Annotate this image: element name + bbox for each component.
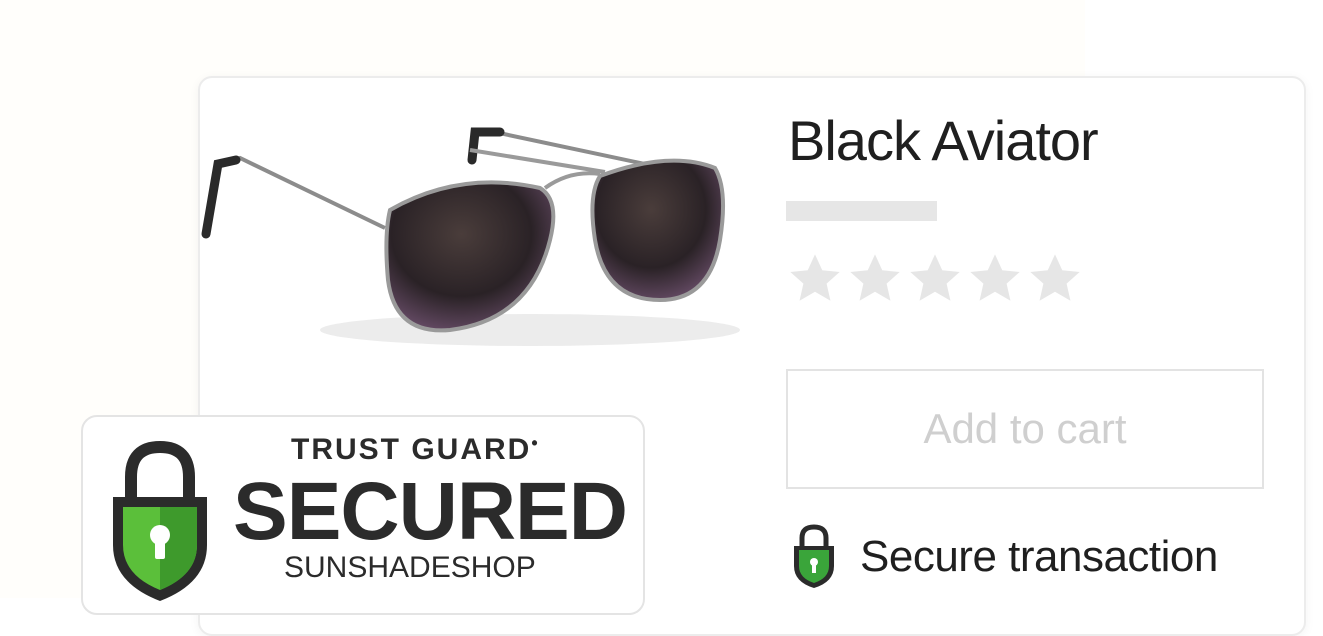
price-placeholder (786, 201, 937, 221)
star-icon[interactable] (1026, 250, 1084, 308)
star-icon[interactable] (966, 250, 1024, 308)
badge-shop-name: SUNSHADESHOP (284, 551, 536, 584)
star-icon[interactable] (906, 250, 964, 308)
star-icon[interactable] (786, 250, 844, 308)
secure-transaction-label: Secure transaction (860, 532, 1218, 581)
add-to-cart-button[interactable]: Add to cart (786, 369, 1264, 489)
shield-lock-icon (794, 524, 834, 588)
rating-stars[interactable] (786, 250, 1084, 316)
secure-transaction: Secure transaction (790, 522, 1218, 592)
product-title: Black Aviator (788, 109, 1099, 172)
star-icon[interactable] (846, 250, 904, 308)
sunglasses-icon (201, 127, 740, 346)
padlock-shield-icon (113, 440, 207, 601)
trust-guard-badge[interactable]: TRUST GUARD• SECURED SUNSHADESHOP (81, 415, 645, 615)
badge-status: SECURED (233, 466, 628, 557)
product-image[interactable] (200, 110, 740, 370)
badge-brand: TRUST GUARD• (291, 433, 540, 466)
